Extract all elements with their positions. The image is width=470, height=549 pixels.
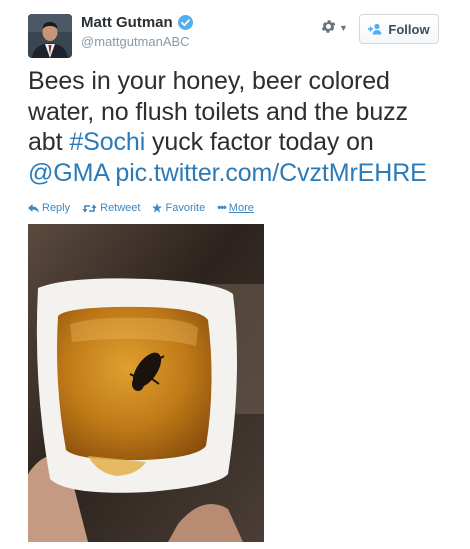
add-person-icon xyxy=(368,23,382,35)
gear-icon xyxy=(321,20,336,33)
favorite-label: Favorite xyxy=(165,202,206,214)
more-dots-icon: ••• xyxy=(217,202,227,214)
follow-label: Follow xyxy=(388,21,430,37)
reply-icon xyxy=(28,203,39,213)
reply-label: Reply xyxy=(42,202,71,214)
tweet-photo[interactable] xyxy=(28,224,264,542)
hashtag-link[interactable]: #Sochi xyxy=(69,128,145,156)
follow-button[interactable]: Follow xyxy=(359,14,439,44)
retweet-button[interactable]: Retweet xyxy=(82,202,140,214)
author-handle[interactable]: @mattgutmanABC xyxy=(81,34,190,49)
star-icon xyxy=(152,203,163,213)
favorite-button[interactable]: Favorite xyxy=(152,202,205,214)
settings-menu-button[interactable]: ▼ xyxy=(320,18,348,35)
verified-badge-icon xyxy=(177,15,193,30)
author-name-row: Matt Gutman xyxy=(81,14,193,31)
more-button[interactable]: ••• More xyxy=(217,202,254,214)
tweet-text-part: yuck factor today on xyxy=(145,128,374,156)
tweet-actions: Reply Retweet Favorite ••• More xyxy=(28,202,254,214)
media-link[interactable]: pic.twitter.com/CvztMrEHRE xyxy=(115,159,426,187)
more-label: More xyxy=(228,202,254,214)
reply-button[interactable]: Reply xyxy=(28,202,70,214)
tweet-text: Bees in your honey, beer colored water, … xyxy=(28,66,448,188)
retweet-label: Retweet xyxy=(100,202,141,214)
author-avatar[interactable] xyxy=(28,14,72,58)
author-name[interactable]: Matt Gutman xyxy=(81,14,173,31)
mention-link[interactable]: @GMA xyxy=(28,159,109,187)
chevron-down-icon: ▼ xyxy=(339,22,348,33)
retweet-icon xyxy=(82,204,97,212)
